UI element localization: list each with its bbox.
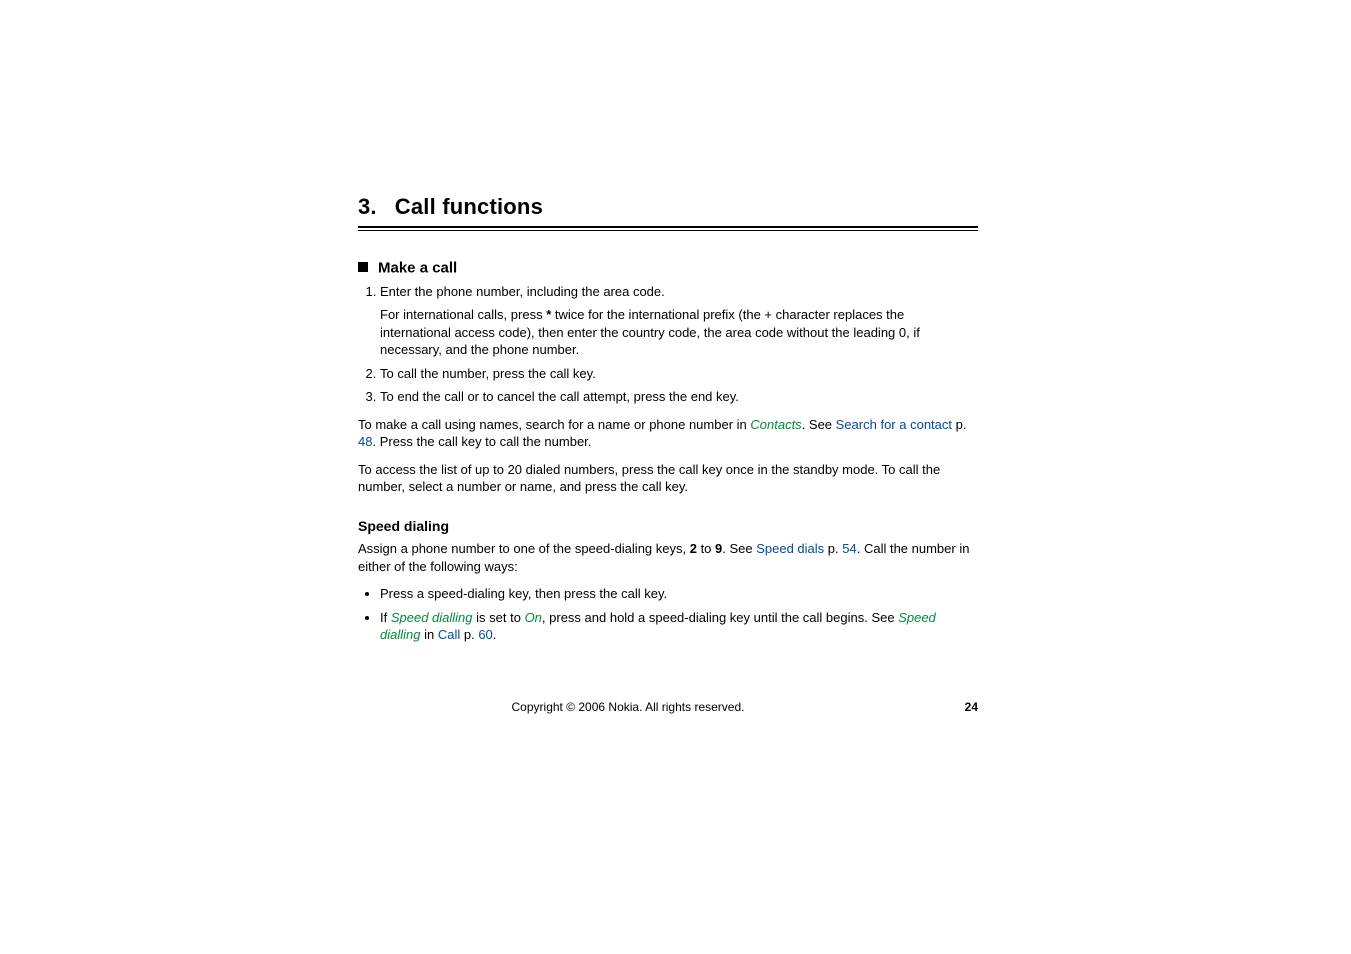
step-2: To call the number, press the call key. — [380, 365, 978, 383]
page-footer: Copyright © 2006 Nokia. All rights reser… — [358, 700, 998, 714]
bullet-1: Press a speed-dialing key, then press th… — [380, 585, 978, 603]
steps-list: Enter the phone number, including the ar… — [358, 283, 978, 406]
chapter-title: 3. Call functions — [358, 194, 978, 220]
content-area: 3. Call functions Make a call Enter the p… — [358, 194, 978, 654]
copyright-text: Copyright © 2006 Nokia. All rights reser… — [358, 700, 898, 714]
step-1: Enter the phone number, including the ar… — [380, 283, 978, 359]
paragraph-dialed-list: To access the list of up to 20 dialed nu… — [358, 461, 978, 496]
section-title-text: Make a call — [378, 260, 457, 277]
section-make-a-call: Make a call — [358, 259, 978, 277]
step-1-text: Enter the phone number, including the ar… — [380, 284, 665, 299]
step-3-text: To end the call or to cancel the call at… — [380, 389, 739, 404]
speed-dialing-bullets: Press a speed-dialing key, then press th… — [358, 585, 978, 644]
square-bullet-icon — [358, 262, 368, 272]
step-1-sub: For international calls, press * twice f… — [380, 306, 978, 359]
bullet-2: If Speed dialling is set to On, press an… — [380, 609, 978, 644]
page-container: 3. Call functions Make a call Enter the p… — [0, 0, 1351, 954]
title-rule — [358, 226, 978, 231]
step-2-text: To call the number, press the call key. — [380, 366, 596, 381]
speed-dialing-intro: Assign a phone number to one of the spee… — [358, 540, 978, 575]
chapter-title-text: Call functions — [395, 194, 543, 219]
chapter-number: 3. — [358, 194, 377, 220]
step-3: To end the call or to cancel the call at… — [380, 388, 978, 406]
page-number: 24 — [898, 700, 978, 714]
subsection-speed-dialing: Speed dialing — [358, 518, 978, 534]
paragraph-contacts: To make a call using names, search for a… — [358, 416, 978, 451]
